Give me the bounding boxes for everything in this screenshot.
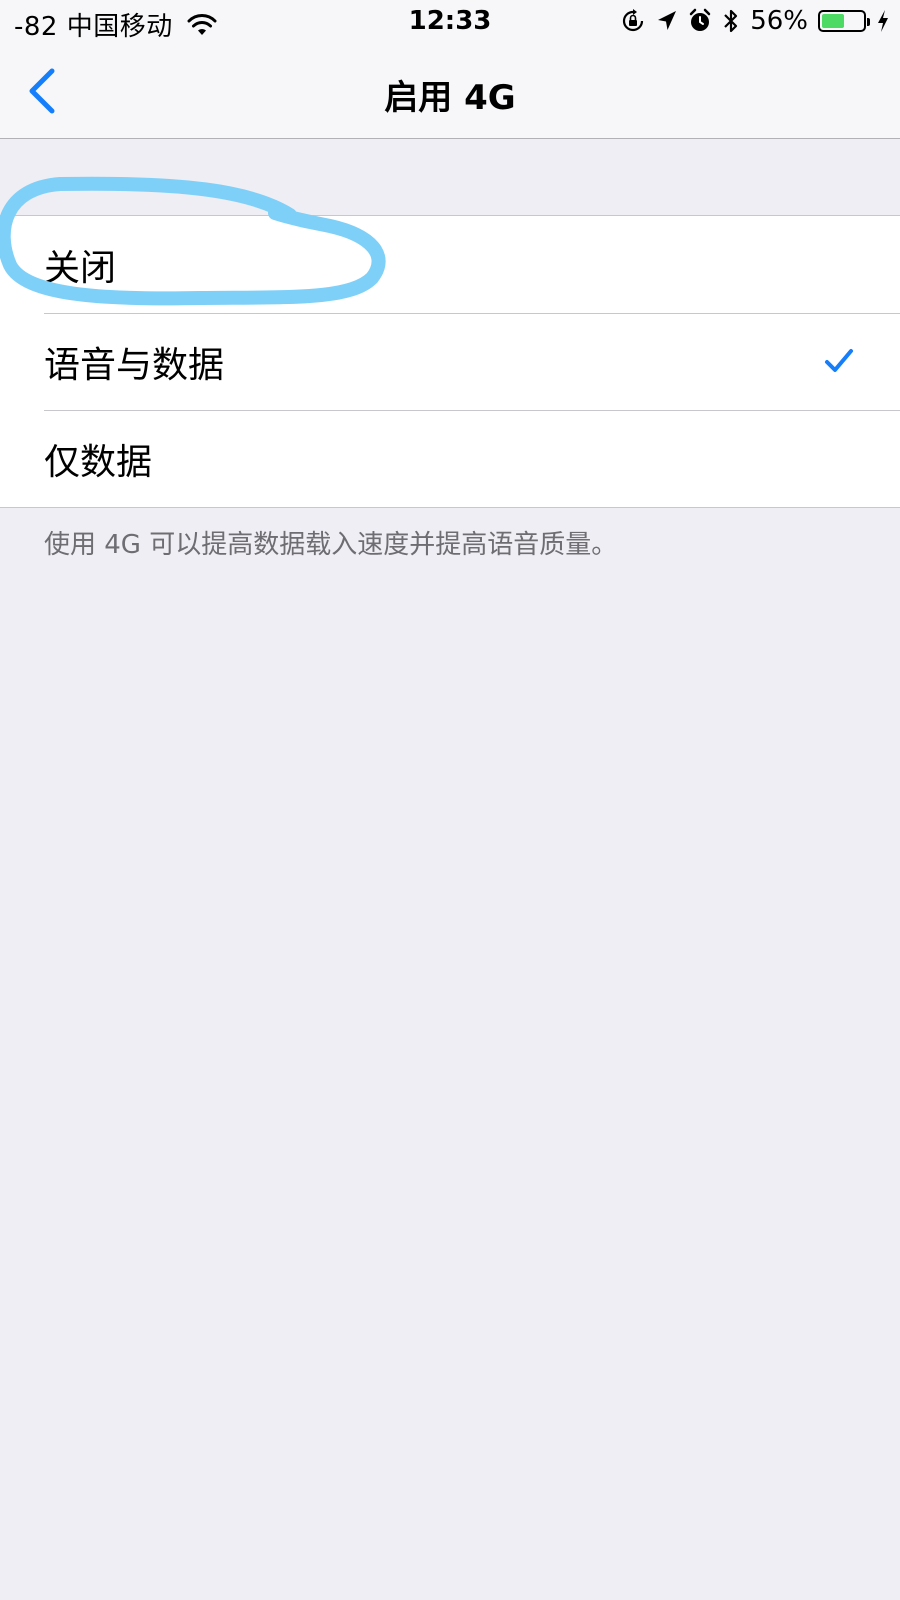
status-right: 56%: [620, 6, 890, 36]
battery-percent: 56%: [750, 6, 808, 36]
option-label: 关闭: [44, 247, 117, 289]
screen: -82 中国移动 12:33 56% 启用 4G 关闭 语音与数据 仅数据 使用…: [0, 0, 900, 1600]
option-label: 仅数据: [44, 441, 153, 483]
option-label: 语音与数据: [44, 344, 225, 386]
battery-icon: [818, 10, 870, 32]
navigation-bar: 启用 4G: [0, 44, 900, 139]
bluetooth-icon: [724, 9, 738, 33]
option-voice-and-data[interactable]: 语音与数据: [0, 313, 900, 410]
charging-bolt-icon: [878, 10, 888, 32]
option-data-only[interactable]: 仅数据: [0, 410, 900, 507]
battery-cap: [867, 18, 870, 26]
orientation-lock-icon: [623, 9, 644, 32]
footer-note: 使用 4G 可以提高数据载入速度并提高语音质量。: [44, 530, 618, 560]
alarm-icon: [689, 8, 711, 31]
page-title: 启用 4G: [384, 78, 516, 118]
location-arrow-icon: [658, 11, 677, 30]
battery-fill: [822, 14, 845, 28]
status-bar: -82 中国移动 12:33 56%: [0, 0, 900, 44]
options-list: 关闭 语音与数据 仅数据: [0, 215, 900, 508]
checkmark-icon: [825, 349, 853, 372]
option-off[interactable]: 关闭: [0, 216, 900, 313]
